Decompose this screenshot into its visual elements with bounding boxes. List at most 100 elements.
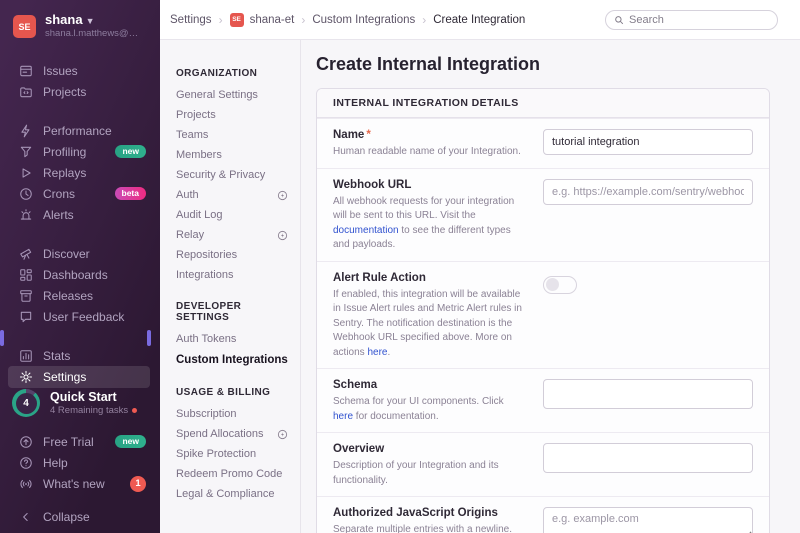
whats-new-broadcast-icon xyxy=(18,476,33,491)
nav-item-spend-allocations[interactable]: Spend Allocations xyxy=(176,424,292,444)
breadcrumb-separator: › xyxy=(422,13,426,27)
quick-start-widget[interactable]: 4 Quick Start 4 Remaining tasks xyxy=(0,389,160,431)
nav-item-general-settings[interactable]: General Settings xyxy=(176,85,292,105)
primary-sidebar: SE shana▼ shana.l.matthews@… Issues Proj… xyxy=(0,0,160,533)
nav-item-label: Spend Allocations xyxy=(176,424,263,444)
sidebar-item-stats[interactable]: Stats xyxy=(0,345,160,366)
nav-item-repositories[interactable]: Repositories xyxy=(176,245,292,265)
nav-item-integrations[interactable]: Integrations xyxy=(176,265,292,285)
sidebar-item-label: Projects xyxy=(43,85,86,99)
search-input[interactable] xyxy=(629,14,769,26)
nav-item-spike-protection[interactable]: Spike Protection xyxy=(176,444,292,464)
sidebar-collapse-button[interactable]: Collapse xyxy=(0,506,160,527)
sidebar-item-alerts[interactable]: Alerts xyxy=(0,204,160,225)
help-text: If enabled, this integration will be ava… xyxy=(333,289,522,358)
user-email: shana.l.matthews@… xyxy=(45,28,138,40)
topbar: Settings › SE shana-et › Custom Integrat… xyxy=(160,0,800,40)
sidebar-item-label: Free Trial xyxy=(43,435,94,449)
sidebar-item-whats-new[interactable]: What's new 1 xyxy=(0,473,160,494)
actions-here-link[interactable]: here xyxy=(367,347,387,358)
breadcrumb-create-integration: Create Integration xyxy=(433,14,525,26)
nav-item-auth[interactable]: Auth xyxy=(176,185,292,205)
required-asterisk: * xyxy=(366,129,370,141)
alert-rule-action-help: If enabled, this integration will be ava… xyxy=(333,288,525,361)
schema-textarea[interactable] xyxy=(543,379,753,409)
sidebar-item-crons[interactable]: Crons beta xyxy=(0,183,160,204)
org-mini-avatar: SE xyxy=(230,13,244,27)
breadcrumb-org-label: shana-et xyxy=(250,14,295,26)
help-text: All webhook requests for your integratio… xyxy=(333,196,514,222)
nav-item-audit-log[interactable]: Audit Log xyxy=(176,205,292,225)
help-icon xyxy=(18,455,33,470)
dashboards-icon xyxy=(18,267,33,282)
field-row-webhook-url: Webhook URL All webhook requests for you… xyxy=(317,168,769,261)
quick-start-progress-ring: 4 xyxy=(12,389,40,417)
quick-start-subtitle: 4 Remaining tasks xyxy=(50,405,128,416)
breadcrumb-custom-integrations[interactable]: Custom Integrations xyxy=(312,14,415,26)
sidebar-item-issues[interactable]: Issues xyxy=(0,60,160,81)
nav-item-security-privacy[interactable]: Security & Privacy xyxy=(176,165,292,185)
overview-help: Description of your Integration and its … xyxy=(333,459,525,488)
sidebar-item-help[interactable]: Help xyxy=(0,452,160,473)
documentation-link[interactable]: documentation xyxy=(333,225,399,236)
internal-integration-details-panel: INTERNAL INTEGRATION DETAILS Name* Human… xyxy=(316,88,770,533)
toggle-knob xyxy=(546,278,559,291)
nav-heading-usage-billing: USAGE & BILLING xyxy=(176,387,292,398)
nav-item-projects[interactable]: Projects xyxy=(176,105,292,125)
sidebar-item-projects[interactable]: Projects xyxy=(0,81,160,102)
breadcrumb-org[interactable]: SE shana-et xyxy=(230,13,295,27)
main-panel: Create Internal Integration INTERNAL INT… xyxy=(301,40,800,533)
overview-textarea[interactable] xyxy=(543,443,753,473)
collapse-chevron-icon xyxy=(18,509,33,524)
authorized-js-origins-help: Separate multiple entries with a newline… xyxy=(333,523,525,533)
nav-item-auth-tokens[interactable]: Auth Tokens xyxy=(176,329,292,349)
nav-item-teams[interactable]: Teams xyxy=(176,125,292,145)
schema-help: Schema for your UI components. Click her… xyxy=(333,395,525,424)
page-title: Create Internal Integration xyxy=(316,54,770,75)
sidebar-item-label: Issues xyxy=(43,64,78,78)
authorized-js-origins-textarea[interactable] xyxy=(543,507,753,533)
sidebar-item-label: Collapse xyxy=(43,510,90,524)
sentry-app: SE shana▼ shana.l.matthews@… Issues Proj… xyxy=(0,0,800,533)
search-box[interactable] xyxy=(605,10,778,30)
breadcrumb: Settings › SE shana-et › Custom Integrat… xyxy=(170,13,525,27)
panel-header: INTERNAL INTEGRATION DETAILS xyxy=(317,89,769,118)
sidebar-item-free-trial[interactable]: Free Trial new xyxy=(0,431,160,452)
sidebar-item-performance[interactable]: Performance xyxy=(0,120,160,141)
name-help: Human readable name of your Integration. xyxy=(333,145,525,160)
org-user-menu[interactable]: SE shana▼ shana.l.matthews@… xyxy=(0,0,160,52)
sidebar-item-profiling[interactable]: Profiling new xyxy=(0,141,160,162)
sidebar-item-label: Discover xyxy=(43,247,90,261)
alert-rule-action-toggle[interactable] xyxy=(543,276,577,294)
stats-icon xyxy=(18,348,33,363)
breadcrumb-separator: › xyxy=(301,13,305,27)
sidebar-item-label: Releases xyxy=(43,289,93,303)
discover-icon xyxy=(18,246,33,261)
breadcrumb-settings[interactable]: Settings xyxy=(170,14,212,26)
sidebar-item-discover[interactable]: Discover xyxy=(0,243,160,264)
webhook-url-input[interactable] xyxy=(543,179,753,205)
releases-icon xyxy=(18,288,33,303)
nav-item-members[interactable]: Members xyxy=(176,145,292,165)
nav-heading-organization: ORGANIZATION xyxy=(176,68,292,79)
nav-item-legal-compliance[interactable]: Legal & Compliance xyxy=(176,484,292,504)
help-text: Schema for your UI components. Click xyxy=(333,396,504,407)
nav-item-custom-integrations[interactable]: Custom Integrations xyxy=(176,349,292,371)
sidebar-item-settings[interactable]: Settings xyxy=(8,366,150,388)
sidebar-item-user-feedback[interactable]: User Feedback xyxy=(0,306,160,327)
sidebar-item-replays[interactable]: Replays xyxy=(0,162,160,183)
schema-here-link[interactable]: here xyxy=(333,411,353,422)
sidebar-item-releases[interactable]: Releases xyxy=(0,285,160,306)
breadcrumb-separator: › xyxy=(219,13,223,27)
nav-item-subscription[interactable]: Subscription xyxy=(176,404,292,424)
help-text: . xyxy=(387,347,390,358)
sidebar-item-label: User Feedback xyxy=(43,310,124,324)
sidebar-item-label: Performance xyxy=(43,124,112,138)
nav-item-redeem-promo-code[interactable]: Redeem Promo Code xyxy=(176,464,292,484)
field-row-authorized-js-origins: Authorized JavaScript Origins Separate m… xyxy=(317,496,769,533)
name-input[interactable] xyxy=(543,129,753,155)
nav-item-relay[interactable]: Relay xyxy=(176,225,292,245)
user-feedback-icon xyxy=(18,309,33,324)
sidebar-item-dashboards[interactable]: Dashboards xyxy=(0,264,160,285)
content-area: ORGANIZATION General Settings Projects T… xyxy=(160,40,800,533)
